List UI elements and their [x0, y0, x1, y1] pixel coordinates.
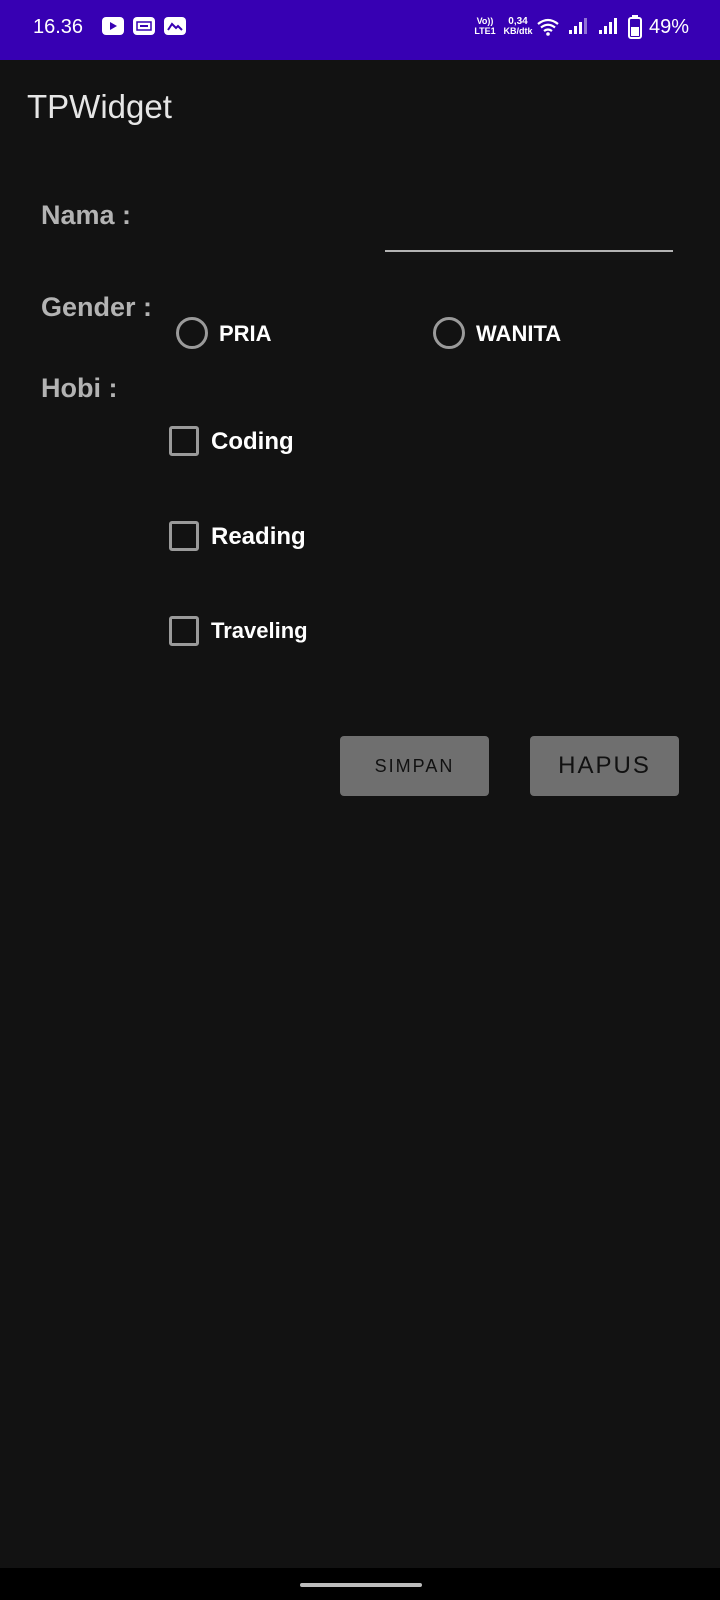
checkbox-coding[interactable] — [169, 426, 199, 456]
nama-input[interactable] — [385, 200, 673, 252]
checkbox-reading[interactable] — [169, 521, 199, 551]
youtube-icon — [102, 17, 124, 35]
notification-icons — [102, 17, 186, 35]
status-bar: 16.36 Vo)) LTE1 0,34 KB/dtk 49% — [0, 0, 720, 60]
signal-icon-1 — [568, 17, 588, 40]
gallery-icon — [164, 17, 186, 35]
nama-label: Nama : — [41, 200, 132, 230]
radio-wanita[interactable] — [433, 317, 465, 349]
radio-pria[interactable] — [176, 317, 208, 349]
radio-wanita-label: WANITA — [476, 321, 562, 346]
checkbox-reading-label: Reading — [211, 523, 306, 550]
checkbox-traveling-label: Traveling — [211, 618, 308, 643]
battery-percent: 49% — [649, 16, 690, 38]
hobi-label: Hobi : — [41, 373, 118, 403]
checkbox-coding-label: Coding — [211, 428, 294, 455]
navigation-bar — [0, 1568, 720, 1600]
signal-icon-2 — [598, 17, 618, 40]
app-title: TPWidget — [27, 88, 172, 125]
simpan-button[interactable]: SIMPAN — [340, 736, 489, 796]
ge-icon — [133, 17, 155, 35]
radio-pria-label: PRIA — [219, 321, 272, 346]
checkbox-traveling[interactable] — [169, 616, 199, 646]
wifi-icon — [537, 18, 559, 41]
status-time: 16.36 — [33, 16, 84, 38]
battery-icon — [628, 15, 642, 44]
home-gesture-handle[interactable] — [300, 1583, 422, 1587]
gender-label: Gender : — [41, 292, 153, 322]
hapus-button[interactable]: HAPUS — [530, 736, 679, 796]
